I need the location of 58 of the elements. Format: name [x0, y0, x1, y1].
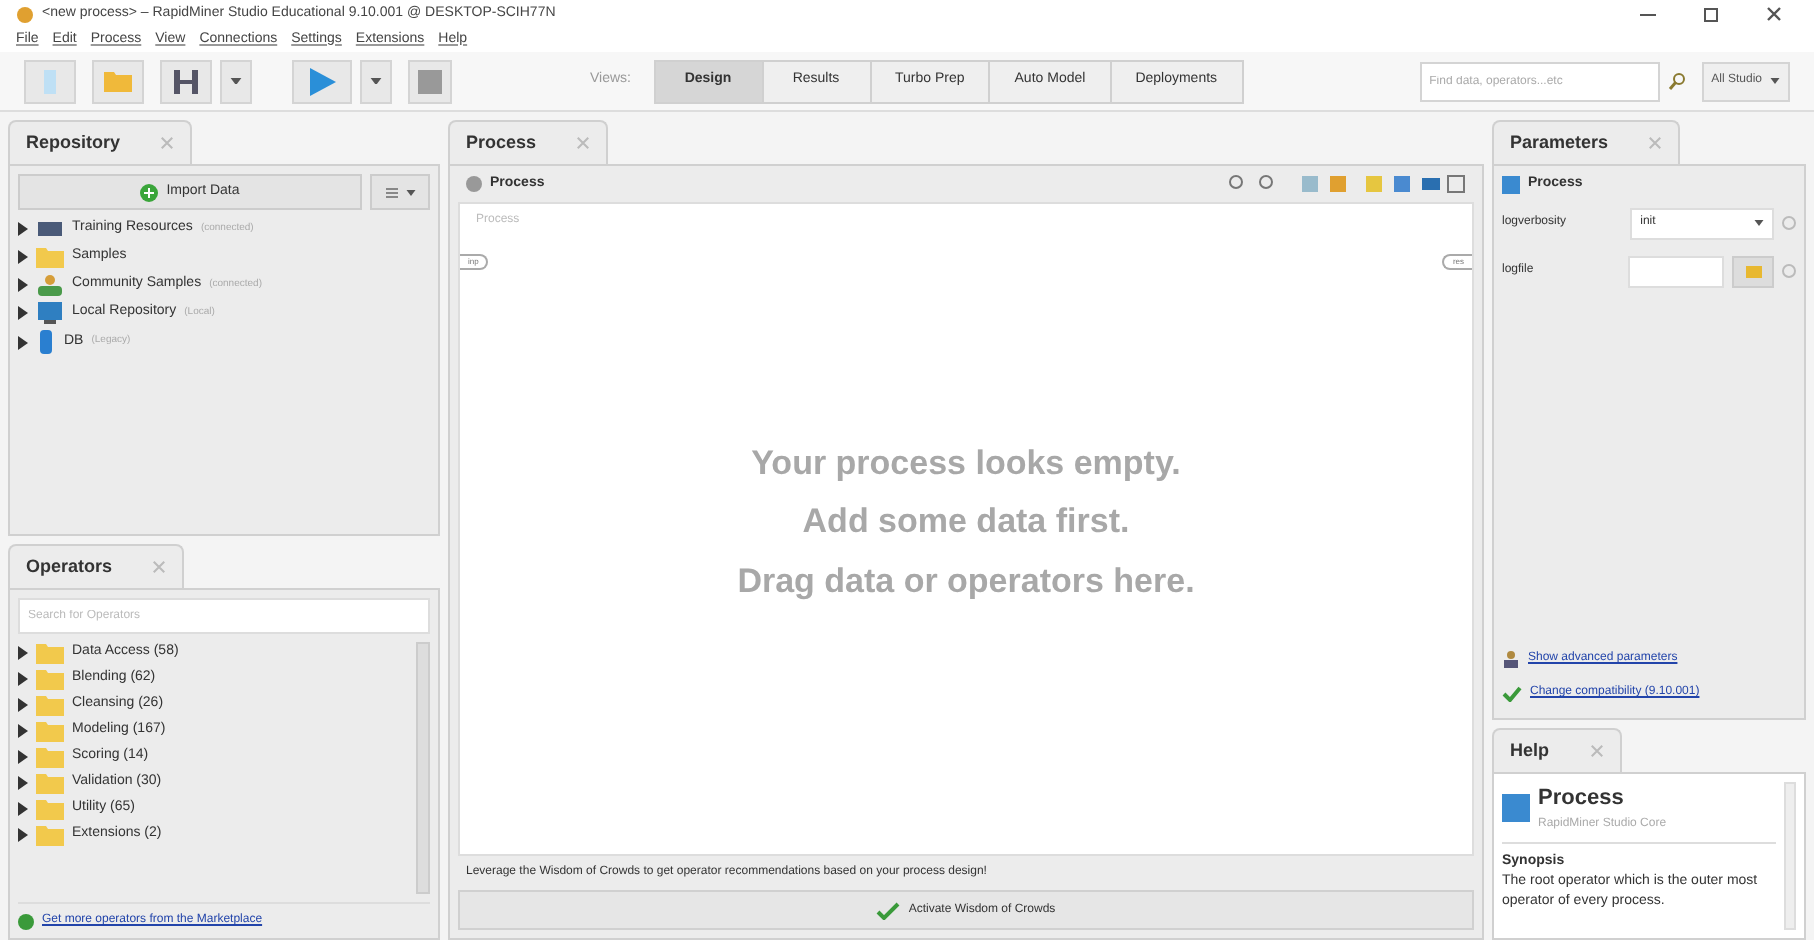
checkmark-icon: [1502, 685, 1522, 701]
stop-icon: [418, 69, 442, 93]
caret-icon: [1770, 78, 1780, 84]
close-icon[interactable]: [1766, 6, 1782, 22]
run-button[interactable]: [292, 59, 352, 103]
panel-title: Parameters: [1510, 129, 1609, 156]
panel-tab[interactable]: Parameters: [1492, 120, 1681, 164]
folder-icon: [1745, 265, 1762, 277]
play-icon: [308, 67, 336, 95]
empty-message: Drag data or operators here.: [737, 559, 1195, 604]
database-icon: [36, 330, 56, 354]
stop-button[interactable]: [408, 59, 452, 103]
panel-title: Process: [466, 129, 537, 156]
file-field[interactable]: [1628, 255, 1725, 287]
folder-icon: [36, 246, 64, 268]
folder-icon: [36, 824, 64, 846]
computer-icon: [36, 302, 64, 324]
panel-tab[interactable]: Process: [448, 120, 609, 164]
caret-icon: [370, 77, 382, 85]
panel-tab[interactable]: Help: [1492, 728, 1622, 772]
expand-arrow-icon[interactable]: [18, 335, 28, 349]
panel-title: Operators: [26, 553, 113, 580]
caret-icon: [405, 189, 415, 195]
menu-dropdown-button[interactable]: [370, 174, 430, 210]
save-icon: [172, 67, 200, 95]
folder-icon: [36, 772, 64, 794]
restore-icon[interactable]: [1704, 7, 1718, 21]
dropdown-button[interactable]: [220, 59, 252, 103]
monitor-icon: [36, 218, 64, 240]
empty-message: Add some data first.: [802, 500, 1130, 545]
folder-icon: [36, 720, 64, 742]
checkmark-icon: [876, 901, 901, 919]
minimize-icon[interactable]: [1640, 13, 1656, 15]
scrollbar[interactable]: [1784, 782, 1796, 930]
app-logo-icon: [16, 5, 34, 23]
help-title: Process: [1538, 784, 1626, 814]
panel-tab[interactable]: Operators: [8, 544, 185, 588]
panel-title: Help: [1510, 737, 1550, 764]
save-button[interactable]: [160, 59, 212, 103]
person-icon: [1502, 650, 1520, 668]
folder-icon: [104, 70, 132, 92]
folder-icon: [36, 694, 64, 716]
plus-circle-icon: [140, 183, 159, 201]
panel-tab[interactable]: Repository: [8, 120, 193, 164]
empty-message: Your process looks empty.: [751, 441, 1181, 486]
scrollbar[interactable]: [416, 642, 430, 894]
folder-icon: [36, 668, 64, 690]
people-icon: [36, 274, 64, 296]
caret-icon: [1754, 220, 1765, 226]
circle-icon: [466, 176, 482, 192]
list-icon: [385, 187, 397, 197]
caret-icon: [230, 77, 242, 85]
dropdown-button[interactable]: [360, 59, 392, 103]
panel-title: Repository: [26, 129, 121, 156]
folder-icon: [36, 746, 64, 768]
search-icon[interactable]: [1667, 72, 1686, 90]
folder-icon: [36, 798, 64, 820]
folder-icon: [36, 642, 64, 664]
